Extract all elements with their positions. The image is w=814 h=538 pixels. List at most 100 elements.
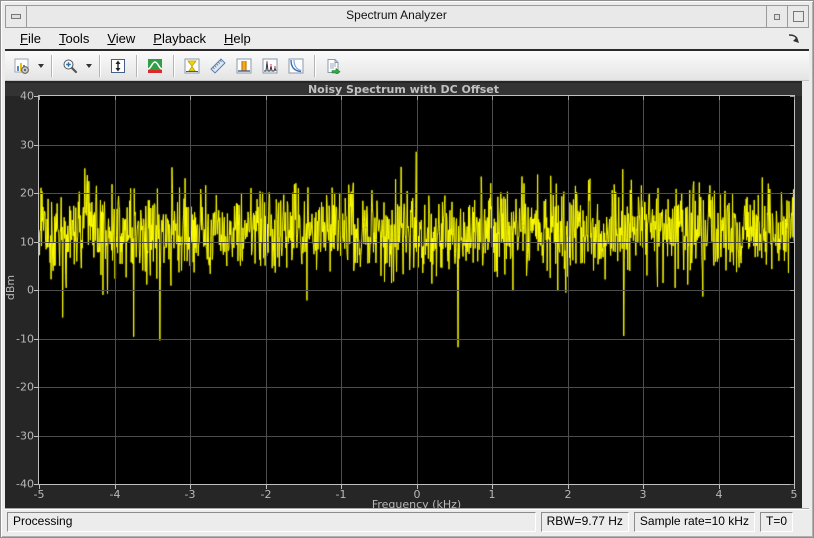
menu-view[interactable]: View <box>104 30 138 47</box>
y-tick-mark <box>790 242 794 243</box>
zoom-dropdown[interactable] <box>83 54 94 78</box>
x-tick-label: 2 <box>565 488 572 501</box>
maximize-button[interactable] <box>787 6 808 27</box>
window-menu-button[interactable] <box>6 6 27 27</box>
y-tick-mark <box>790 339 794 340</box>
resize-grip[interactable] <box>798 513 806 531</box>
x-tick-mark <box>266 96 267 100</box>
menu-help[interactable]: Help <box>221 30 254 47</box>
y-tick-label: -30 <box>6 430 34 443</box>
menu-file[interactable]: File <box>17 30 44 47</box>
export-script-button[interactable] <box>320 53 346 79</box>
minimize-button[interactable] <box>766 6 787 27</box>
x-tick-label: -1 <box>336 488 347 501</box>
y-tick-mark <box>34 339 38 340</box>
time-readout: T=0 <box>760 512 793 532</box>
statusbar: Processing RBW=9.77 Hz Sample rate=10 kH… <box>5 509 809 533</box>
y-tick-mark <box>34 484 38 485</box>
toolbar <box>5 51 809 81</box>
toolbar-separator <box>314 55 315 77</box>
ccdf-measurements-icon <box>288 58 304 74</box>
ccdf-measurements-button[interactable] <box>283 53 309 79</box>
dropdown-caret-icon <box>86 64 92 68</box>
gridline-horizontal <box>39 387 794 388</box>
gridline-horizontal <box>39 242 794 243</box>
y-tick-label: 20 <box>6 187 34 200</box>
window-title: Spectrum Analyzer <box>27 6 766 27</box>
y-tick-mark <box>790 290 794 291</box>
gridline-horizontal <box>39 145 794 146</box>
gridline-horizontal <box>39 193 794 194</box>
autoscale-axes-icon <box>110 58 126 74</box>
x-tick-mark <box>341 96 342 100</box>
y-tick-mark <box>790 193 794 194</box>
x-tick-label: -4 <box>110 488 121 501</box>
x-tick-mark <box>492 96 493 100</box>
gridline-horizontal <box>39 436 794 437</box>
spectrum-analyzer-window: Spectrum Analyzer File Tools View Playba… <box>0 0 814 538</box>
spectrum-settings-icon <box>14 58 30 74</box>
toolbar-separator <box>99 55 100 77</box>
y-tick-mark <box>34 290 38 291</box>
figure-panel: Noisy Spectrum with DC Offset Frequency … <box>5 81 802 509</box>
x-tick-mark <box>417 96 418 100</box>
x-tick-label: 5 <box>791 488 798 501</box>
x-tick-label: -5 <box>34 488 45 501</box>
y-tick-mark <box>790 145 794 146</box>
menu-playback[interactable]: Playback <box>150 30 209 47</box>
spectrum-settings-dropdown[interactable] <box>35 54 46 78</box>
zoom-in-icon <box>62 58 78 74</box>
y-tick-mark <box>34 436 38 437</box>
y-tick-label: -40 <box>6 478 34 491</box>
autoscale-axes-button[interactable] <box>105 53 131 79</box>
x-tick-mark <box>568 96 569 100</box>
dock-button[interactable] <box>785 31 803 47</box>
menu-tools[interactable]: Tools <box>56 30 92 47</box>
rbw-readout: RBW=9.77 Hz <box>541 512 629 532</box>
cursor-measurements-icon <box>210 58 226 74</box>
minimize-icon <box>774 14 780 20</box>
zoom-in-button[interactable] <box>57 53 83 79</box>
toolbar-separator <box>51 55 52 77</box>
dock-arrow-icon <box>787 33 801 45</box>
maximize-icon <box>793 11 804 22</box>
x-tick-label: 4 <box>716 488 723 501</box>
y-tick-mark <box>790 436 794 437</box>
y-tick-mark <box>34 145 38 146</box>
toolbar-separator <box>136 55 137 77</box>
gridline-horizontal <box>39 339 794 340</box>
y-tick-label: 10 <box>6 236 34 249</box>
window-menu-icon <box>11 14 21 19</box>
y-tick-label: -20 <box>6 381 34 394</box>
x-tick-mark <box>643 96 644 100</box>
y-tick-mark <box>34 242 38 243</box>
distortion-measurements-icon <box>262 58 278 74</box>
plot-area[interactable] <box>39 96 794 484</box>
y-tick-label: 30 <box>6 139 34 152</box>
y-tick-label: -10 <box>6 333 34 346</box>
x-tick-mark <box>794 96 795 100</box>
channel-measurements-icon <box>236 58 252 74</box>
y-tick-label: 0 <box>6 284 34 297</box>
plot-title: Noisy Spectrum with DC Offset <box>5 83 802 96</box>
channel-measurements-button[interactable] <box>231 53 257 79</box>
export-script-icon <box>325 58 341 74</box>
dropdown-caret-icon <box>38 64 44 68</box>
titlebar: Spectrum Analyzer <box>5 5 809 28</box>
peak-finder-button[interactable] <box>179 53 205 79</box>
status-message: Processing <box>7 512 536 532</box>
x-tick-label: 3 <box>640 488 647 501</box>
spectral-mask-button[interactable] <box>142 53 168 79</box>
menubar: File Tools View Playback Help <box>5 28 809 51</box>
distortion-measurements-button[interactable] <box>257 53 283 79</box>
y-tick-mark <box>34 96 38 97</box>
spectrum-settings-button[interactable] <box>9 53 35 79</box>
toolbar-separator <box>173 55 174 77</box>
y-tick-mark <box>790 96 794 97</box>
x-tick-label: -3 <box>185 488 196 501</box>
x-tick-mark <box>190 96 191 100</box>
y-tick-label: 40 <box>6 90 34 103</box>
cursor-measurements-button[interactable] <box>205 53 231 79</box>
spectral-mask-icon <box>147 58 163 74</box>
peak-finder-icon <box>184 58 200 74</box>
